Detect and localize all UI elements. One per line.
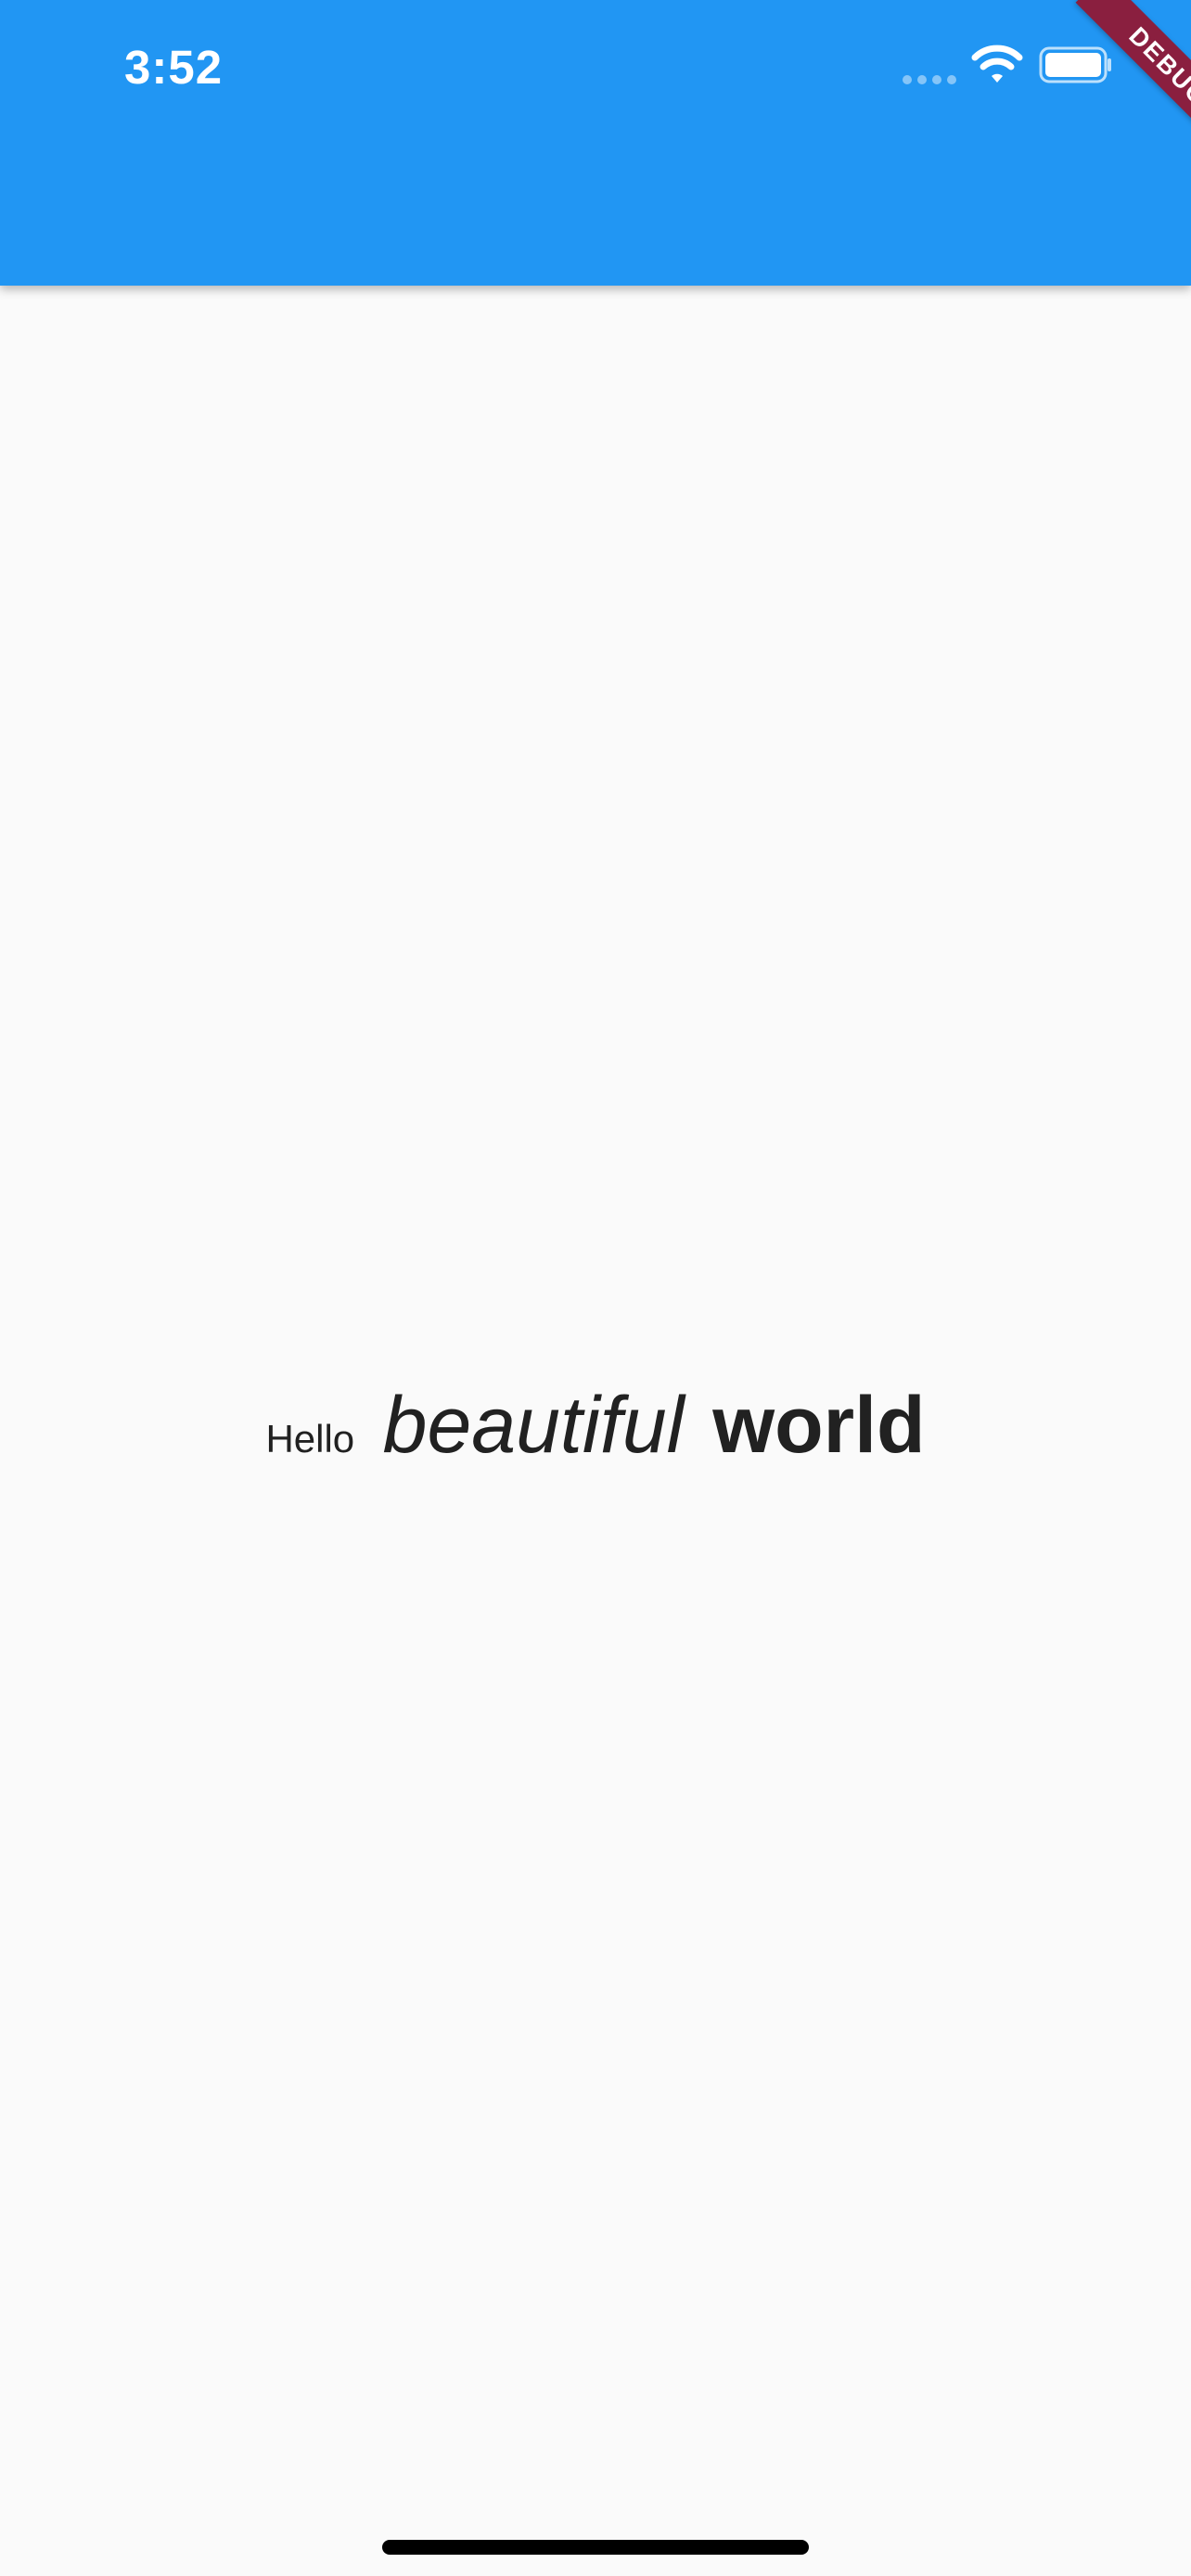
world-text: world [712, 1381, 926, 1470]
debug-banner-label: DEBUG [1075, 0, 1191, 160]
wifi-icon [971, 45, 1023, 83]
app-screen: 3:52 DEBUG Hello beautiful world [0, 0, 1191, 2576]
app-bar: 3:52 [0, 0, 1191, 286]
beautiful-text: beautiful [382, 1381, 685, 1470]
rich-text-greeting: Hello beautiful world [0, 1380, 1191, 1472]
status-bar-time: 3:52 [124, 41, 224, 94]
home-indicator[interactable] [382, 2540, 809, 2555]
signal-icon [903, 75, 956, 84]
debug-banner: DEBUG [1020, 0, 1191, 171]
hello-text: Hello [265, 1417, 355, 1460]
